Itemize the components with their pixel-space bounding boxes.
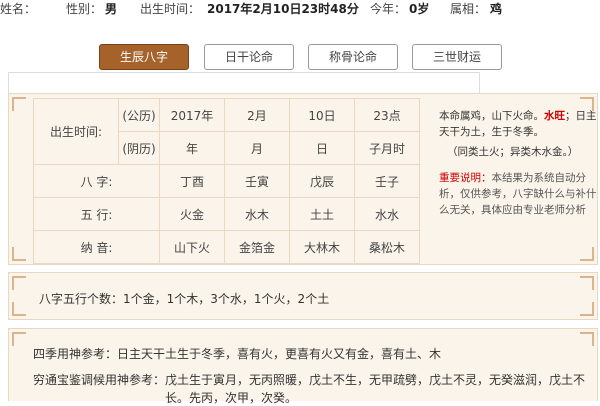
wuxing-count-label: 八字五行个数： — [39, 292, 124, 306]
destiny-text: 本命属鸡，山下火命。 — [439, 110, 544, 122]
bazi-year: 丁酉 — [159, 164, 225, 198]
dominant-element: 水旺 — [544, 110, 565, 122]
profile-summary: 姓名： 性别： 男 出生时间： 2017年2月10日23时48分 今年： 0岁 … — [0, 0, 600, 18]
wuxing-label: 五 行: — [33, 197, 160, 231]
disclaimer-title: 重要说明： — [439, 172, 492, 184]
season-yongshen: 四季用神参考：日主天干土生于冬季，喜有火，更喜有火又有金，喜有土、木 — [33, 345, 441, 362]
table-row: 八 字: 丁酉 壬寅 戊辰 壬子 — [33, 164, 420, 198]
wuxing-day: 土土 — [289, 197, 355, 231]
destiny-summary: 本命属鸡，山下火命。水旺；日主天干为土，生于冬季。 （同类土火；异类木水金。） … — [439, 108, 600, 222]
tab-bar: 生辰八字 日干论命 称骨论命 三世财运 — [0, 44, 600, 70]
name-label: 姓名： — [0, 2, 37, 16]
sub-toolbar — [8, 72, 480, 93]
table-row: 出生时间: (公历) 2017年 2月 10日 23点 — [33, 98, 420, 165]
lunar-year: 年 — [159, 131, 225, 165]
destiny-line: 本命属鸡，山下火命。水旺；日主天干为土，生于冬季。 — [439, 108, 600, 140]
birth-time-row-label: 出生时间: — [33, 98, 119, 165]
solar-month: 2月 — [224, 98, 290, 132]
wuxing-count-value: 1个金，1个木，3个水，1个火，2个土 — [123, 292, 330, 306]
zodiac-value: 鸡 — [490, 2, 503, 16]
lunar-label: (阴历) — [118, 131, 160, 165]
qiongtong-text: 戊土生于寅月，无丙照暖，戊土不生，无甲疏劈，戊土不灵，无癸滋润，戊土不 — [165, 373, 586, 387]
nayin-day: 大林木 — [289, 230, 355, 264]
lunar-hour: 子月时 — [354, 131, 420, 165]
bazi-chart-panel: 出生时间: (公历) 2017年 2月 10日 23点 (阴历) 年 月 日 子… — [8, 93, 598, 265]
tab-sanshi-caiyun[interactable]: 三世财运 — [412, 44, 502, 70]
nayin-month: 金箔金 — [224, 230, 290, 264]
nayin-label: 纳 音: — [33, 230, 160, 264]
element-groups: （同类土火；异类木水金。） — [447, 146, 579, 158]
lunar-month: 月 — [224, 131, 290, 165]
bazi-hour: 壬子 — [354, 164, 420, 198]
wuxing-count: 八字五行个数：1个金，1个木，3个水，1个火，2个土 — [39, 290, 329, 307]
bazi-month: 壬寅 — [224, 164, 290, 198]
wuxing-hour: 水水 — [354, 197, 420, 231]
qiongtong-label: 穷通宝鉴调候用神参考： — [33, 373, 166, 387]
bazi-day: 戊辰 — [289, 164, 355, 198]
nayin-year: 山下火 — [159, 230, 225, 264]
age-label: 今年： — [370, 2, 407, 16]
tab-rigan-lunming[interactable]: 日干论命 — [204, 44, 294, 70]
solar-label: (公历) — [118, 98, 160, 132]
solar-hour: 23点 — [354, 98, 420, 132]
qiongtong-text-continued: 长。先丙，次甲，次癸。 — [165, 391, 298, 405]
age-value: 0岁 — [409, 2, 430, 16]
table-row: 纳 音: 山下火 金箔金 大林木 桑松木 — [33, 230, 420, 264]
wuxing-month: 水木 — [224, 197, 290, 231]
zodiac-label: 属相： — [450, 2, 487, 16]
gender-label: 性别： — [66, 2, 103, 16]
birth-time-value: 2017年2月10日23时48分 — [207, 2, 359, 16]
solar-day: 10日 — [289, 98, 355, 132]
tab-chenggu-lunming[interactable]: 称骨论命 — [308, 44, 398, 70]
gender-value: 男 — [105, 2, 118, 16]
disclaimer: 重要说明：本结果为系统自动分析，仅供参考，八字缺什么与补什么无关，具体应由专业老… — [439, 170, 600, 218]
bazi-label: 八 字: — [33, 164, 160, 198]
tab-shengchen-bazi[interactable]: 生辰八字 — [99, 44, 189, 70]
lunar-day: 日 — [289, 131, 355, 165]
qiongtong-yongshen: 穷通宝鉴调候用神参考：戊土生于寅月，无丙照暖，戊土不生，无甲疏劈，戊土不灵，无癸… — [33, 371, 585, 388]
yongshen-panel: 四季用神参考：日主天干土生于冬季，喜有火，更喜有火又有金，喜有土、木 穷通宝鉴调… — [8, 328, 598, 405]
solar-year: 2017年 — [159, 98, 225, 132]
season-text: 日主天干土生于冬季，喜有火，更喜有火又有金，喜有土、木 — [117, 347, 442, 361]
table-row: 五 行: 火金 水木 土土 水水 — [33, 197, 420, 231]
wuxing-year: 火金 — [159, 197, 225, 231]
season-label: 四季用神参考： — [33, 347, 118, 361]
bazi-table: 出生时间: (公历) 2017年 2月 10日 23点 (阴历) 年 月 日 子… — [33, 98, 420, 264]
birth-time-label: 出生时间： — [140, 2, 201, 16]
wuxing-count-panel: 八字五行个数：1个金，1个木，3个水，1个火，2个土 — [8, 272, 598, 320]
nayin-hour: 桑松木 — [354, 230, 420, 264]
